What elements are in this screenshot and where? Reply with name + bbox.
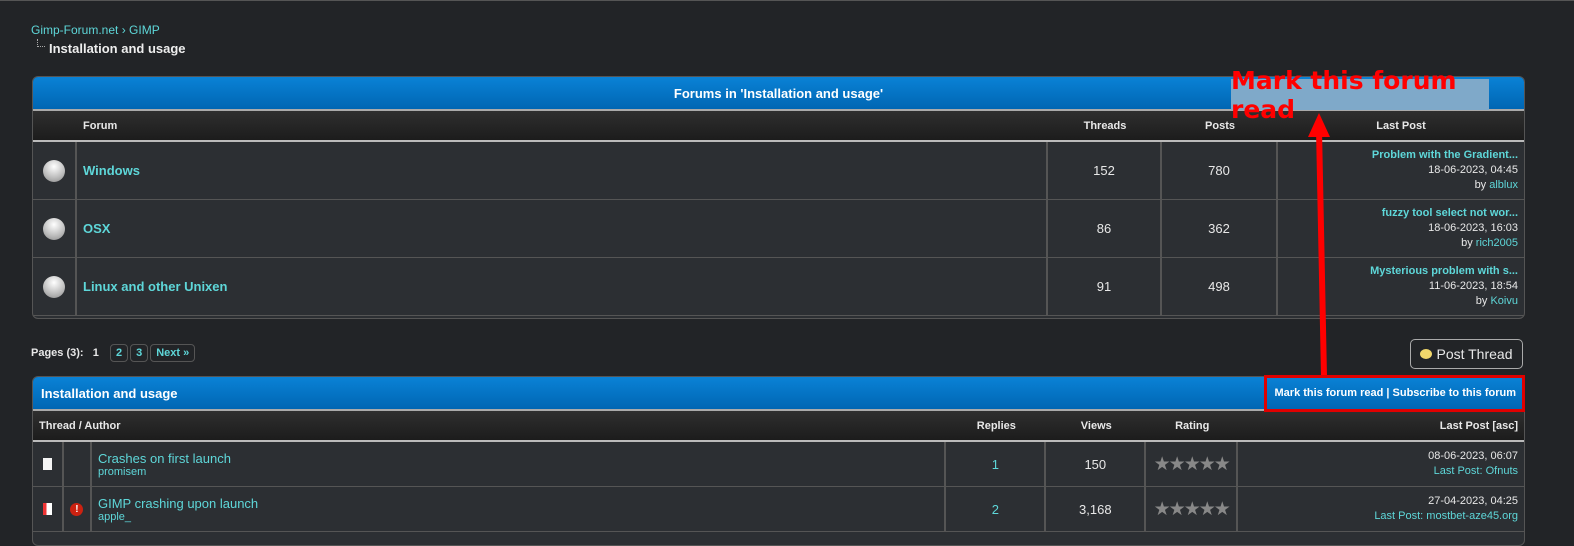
forum-link[interactable]: Windows [83,163,140,178]
thread-title-link[interactable]: GIMP crashing upon launch [98,496,258,511]
page-2[interactable]: 2 [109,344,129,362]
thread-title-link[interactable]: Crashes on first launch [98,451,231,466]
forum-status-icon [43,217,65,240]
last-post-user[interactable]: Koivu [1490,295,1518,307]
last-post-link[interactable]: Mysterious problem with s... [1370,264,1518,279]
breadcrumb-gimp[interactable]: GIMP [129,23,160,37]
threads-title: Installation and usage [41,385,178,401]
thread-row: Crashes on first launch promisem 1 150 ★★… [33,442,1524,487]
alert-icon: ! [70,502,84,516]
thread-author-link[interactable]: promisem [98,466,146,478]
replies-link[interactable]: 1 [992,457,999,472]
thread-file-icon [42,503,52,515]
thread-count: 152 [1048,142,1162,199]
col-thread-author: Thread / Author [39,419,121,432]
speech-bubble-icon [1420,349,1433,359]
thread-author-link[interactable]: apple_ [98,511,131,523]
col-replies: Replies [976,419,1016,432]
pagination: Pages (3): 1 2 3 Next » [31,344,197,362]
annotation-highlight-box [1264,375,1525,412]
last-post-link[interactable]: fuzzy tool select not wor... [1382,206,1518,221]
col-threads: Threads [1083,119,1127,132]
tree-line [37,39,45,47]
last-post-date: 18-06-2023, 16:03 [1428,222,1518,234]
last-post-date: 18-06-2023, 04:45 [1428,164,1518,176]
by-label: by [1461,237,1473,249]
forum-link[interactable]: Linux and other Unixen [83,279,227,294]
next-page[interactable]: Next » [150,344,196,362]
page-3[interactable]: 3 [130,344,149,362]
breadcrumb: Gimp-Forum.net › GIMP [31,23,160,37]
thread-count: 91 [1048,258,1162,315]
post-count: 498 [1162,258,1278,315]
thread-count: 86 [1048,200,1162,257]
annotation-arrow [1308,113,1330,378]
threads-column-headers: Thread / Author Replies Views Rating Las… [33,411,1524,442]
forum-status-icon [43,159,65,182]
last-post-date: 08-06-2023, 06:07 [1428,450,1519,462]
col-last-post-asc[interactable]: Last Post [asc] [1238,411,1524,440]
thread-file-icon [42,458,52,470]
last-post-user[interactable]: Ofnuts [1486,465,1518,477]
post-thread-label: Post Thread [1436,346,1513,362]
forum-status-icon [43,275,65,298]
col-rating: Rating [1175,419,1210,432]
last-post-user[interactable]: alblux [1489,179,1518,191]
replies-link[interactable]: 2 [992,502,999,517]
page-current: 1 [92,347,99,359]
post-thread-button[interactable]: Post Thread [1410,339,1523,369]
by-label: by [1475,295,1488,307]
views-count: 150 [1046,442,1147,486]
last-post-user[interactable]: mostbet-aze45.org [1426,510,1518,522]
forum-link[interactable]: OSX [83,221,110,236]
breadcrumb-sep: › [121,23,126,37]
last-post-link[interactable]: Problem with the Gradient... [1372,148,1518,163]
by-label: by [1474,179,1487,191]
last-post-user[interactable]: rich2005 [1476,237,1518,249]
last-post-label[interactable]: Last Post: [1374,510,1423,522]
pages-label: Pages (3): [31,347,84,359]
thread-row: ! GIMP crashing upon launch apple_ 2 3,16… [33,487,1524,532]
page-title: Installation and usage [49,41,186,56]
rating-stars[interactable]: ★★★★★ [1154,453,1231,476]
rating-stars[interactable]: ★★★★★ [1154,498,1231,521]
col-forum: Forum [83,119,118,132]
last-post-date: 11-06-2023, 18:54 [1428,280,1518,292]
annotation-label: Mark this forum read [1231,66,1489,124]
last-post-label[interactable]: Last Post: [1434,465,1483,477]
post-count: 780 [1162,142,1278,199]
last-post-date: 27-04-2023, 04:25 [1428,495,1519,507]
post-count: 362 [1162,200,1278,257]
col-views: Views [1080,419,1112,432]
views-count: 3,168 [1046,487,1147,531]
breadcrumb-root[interactable]: Gimp-Forum.net [31,23,118,37]
